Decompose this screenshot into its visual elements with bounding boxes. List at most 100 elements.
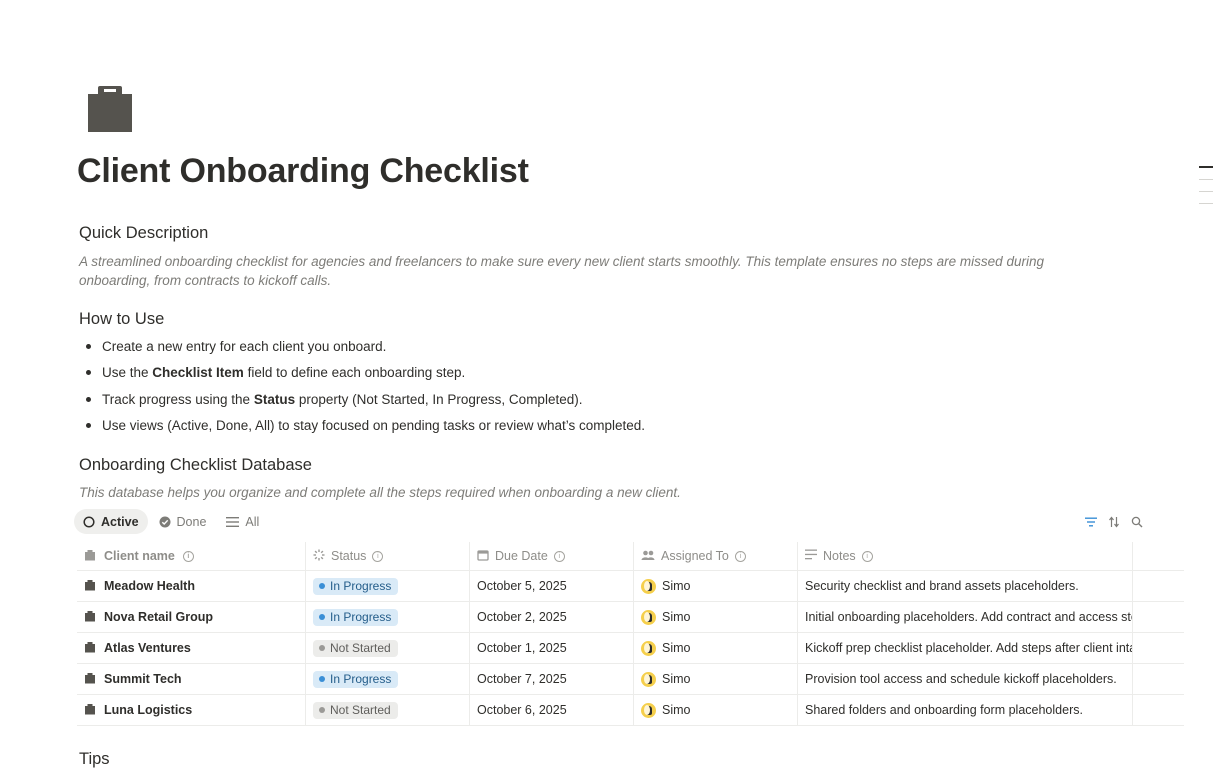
search-icon[interactable] — [1130, 515, 1143, 528]
assigned-to-cell[interactable]: Simo — [634, 695, 798, 725]
client-name-cell[interactable]: Atlas Ventures — [77, 633, 306, 663]
info-icon[interactable]: i — [861, 550, 873, 562]
status-cell[interactable]: In Progress — [306, 602, 470, 632]
status-badge: In Progress — [313, 608, 399, 626]
column-header-status[interactable]: Status i — [306, 542, 470, 570]
status-label: In Progress — [330, 610, 392, 624]
list-item: Track progress using the Status property… — [86, 390, 645, 416]
status-cell[interactable]: Not Started — [306, 633, 470, 663]
toc-marker[interactable] — [1199, 166, 1213, 168]
status-dot — [319, 614, 325, 620]
notes-cell[interactable]: Security checklist and brand assets plac… — [798, 571, 1133, 601]
client-name-cell[interactable]: Summit Tech — [77, 664, 306, 694]
notes-cell[interactable]: Initial onboarding placeholders. Add con… — [798, 602, 1133, 632]
due-date-cell[interactable]: October 5, 2025 — [470, 571, 634, 601]
list-item-text: Create a new entry for each client you o… — [102, 339, 387, 354]
info-icon[interactable]: i — [372, 550, 384, 562]
list-icon — [226, 516, 240, 528]
clipboard-icon — [84, 672, 96, 687]
clipboard-icon[interactable] — [86, 84, 134, 134]
table-row[interactable]: Atlas Ventures Not Started October 1, 20… — [77, 633, 1184, 664]
table-header-row: Client name i Status i Due Date i Assign… — [77, 542, 1184, 571]
list-item: Use the Checklist Item field to define e… — [86, 363, 645, 389]
view-tab-label: Done — [176, 514, 207, 529]
assigned-to-cell[interactable]: Simo — [634, 633, 798, 663]
avatar — [641, 578, 656, 594]
client-name: Meadow Health — [104, 579, 195, 593]
column-label: Notes — [823, 549, 856, 563]
due-date-cell[interactable]: October 6, 2025 — [470, 695, 634, 725]
add-column-area[interactable] — [1133, 542, 1184, 570]
assignee-name: Simo — [662, 579, 691, 593]
table-row[interactable]: Nova Retail Group In Progress October 2,… — [77, 602, 1184, 633]
list-item-text: Track progress using the — [102, 391, 254, 407]
column-label: Client name — [104, 549, 175, 563]
database-heading: Onboarding Checklist Database — [79, 456, 312, 474]
toc-marker[interactable] — [1199, 203, 1213, 204]
notes-cell[interactable]: Kickoff prep checklist placeholder. Add … — [798, 633, 1133, 663]
how-to-use-heading: How to Use — [79, 310, 165, 328]
assigned-to-cell[interactable]: Simo — [634, 664, 798, 694]
list-item-text: property (Not Started, In Progress, Comp… — [295, 391, 583, 407]
table-row[interactable]: Summit Tech In Progress October 7, 2025 … — [77, 664, 1184, 695]
status-cell[interactable]: In Progress — [306, 664, 470, 694]
table-row[interactable]: Luna Logistics Not Started October 6, 20… — [77, 695, 1184, 726]
empty-cell — [1133, 695, 1184, 725]
status-badge: In Progress — [313, 670, 399, 688]
status-badge: Not Started — [313, 639, 398, 657]
clipboard-icon — [84, 703, 96, 718]
view-tab-active[interactable]: Active — [74, 509, 148, 534]
client-name-cell[interactable]: Meadow Health — [77, 571, 306, 601]
client-name: Atlas Ventures — [104, 641, 191, 655]
client-name: Summit Tech — [104, 672, 182, 686]
due-date-cell[interactable]: October 7, 2025 — [470, 664, 634, 694]
calendar-icon — [477, 549, 489, 564]
list-item-text: Use views (Active, Done, All) to stay fo… — [102, 417, 646, 433]
clipboard-icon — [84, 549, 96, 564]
toc-marker[interactable] — [1199, 179, 1213, 180]
check-circle-icon — [159, 516, 171, 528]
assigned-to-cell[interactable]: Simo — [634, 602, 798, 632]
info-icon[interactable]: i — [182, 550, 194, 562]
status-label: In Progress — [330, 579, 392, 593]
view-tab-all[interactable]: All — [217, 509, 268, 534]
assignee-name: Simo — [662, 703, 691, 717]
notes-cell[interactable]: Shared folders and onboarding form place… — [798, 695, 1133, 725]
clipboard-icon — [84, 579, 96, 594]
due-date-cell[interactable]: October 2, 2025 — [470, 602, 634, 632]
assigned-to-cell[interactable]: Simo — [634, 571, 798, 601]
client-name-cell[interactable]: Nova Retail Group — [77, 602, 306, 632]
view-tab-done[interactable]: Done — [150, 509, 216, 534]
client-name-cell[interactable]: Luna Logistics — [77, 695, 306, 725]
page-title: Client Onboarding Checklist — [77, 152, 529, 190]
filter-icon[interactable] — [1084, 515, 1097, 528]
empty-cell — [1133, 602, 1184, 632]
empty-cell — [1133, 633, 1184, 663]
column-header-client-name[interactable]: Client name i — [77, 542, 306, 570]
list-item: Use views (Active, Done, All) to stay fo… — [86, 416, 645, 442]
due-date-cell[interactable]: October 1, 2025 — [470, 633, 634, 663]
client-name: Luna Logistics — [104, 703, 193, 717]
how-to-use-list: Create a new entry for each client you o… — [86, 337, 645, 442]
assignee-name: Simo — [662, 672, 691, 686]
status-cell[interactable]: In Progress — [306, 571, 470, 601]
status-badge: In Progress — [313, 577, 399, 595]
notes-cell[interactable]: Provision tool access and schedule kicko… — [798, 664, 1133, 694]
circle-icon — [83, 515, 95, 528]
table-of-contents[interactable] — [1199, 166, 1213, 215]
status-dot — [319, 676, 325, 682]
column-header-assigned-to[interactable]: Assigned To i — [634, 542, 798, 570]
clipboard-icon — [84, 610, 96, 625]
list-item-text: field to define each onboarding step. — [243, 365, 466, 381]
sort-icon[interactable] — [1107, 515, 1120, 528]
status-label: In Progress — [330, 672, 392, 686]
column-header-due-date[interactable]: Due Date i — [470, 542, 634, 570]
info-icon[interactable]: i — [553, 550, 565, 562]
avatar — [641, 671, 656, 687]
column-header-notes[interactable]: Notes i — [798, 542, 1133, 570]
avatar — [641, 609, 656, 625]
info-icon[interactable]: i — [734, 550, 746, 562]
table-row[interactable]: Meadow Health In Progress October 5, 202… — [77, 571, 1184, 602]
toc-marker[interactable] — [1199, 191, 1213, 192]
status-cell[interactable]: Not Started — [306, 695, 470, 725]
